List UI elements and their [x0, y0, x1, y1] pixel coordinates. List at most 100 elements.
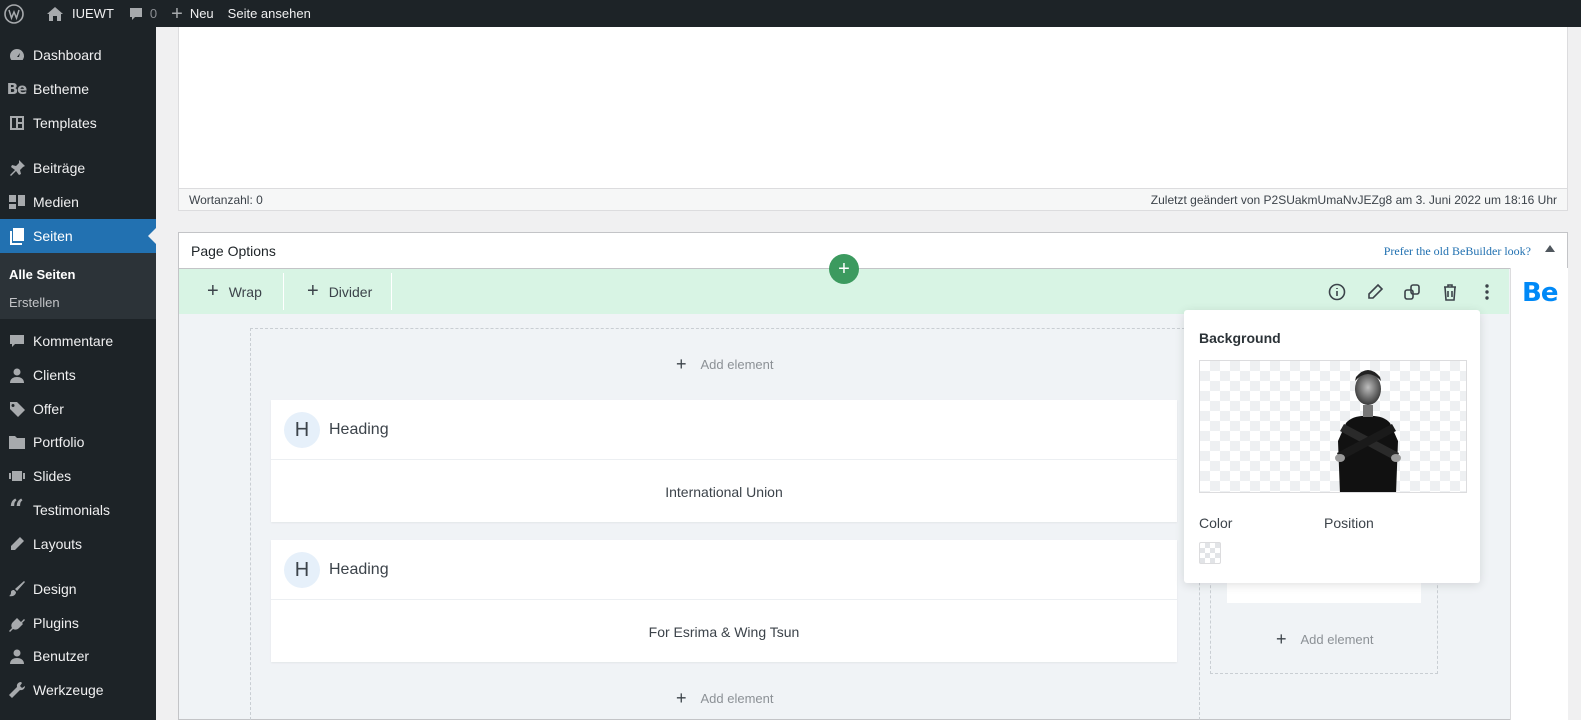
sidebar-item-label: Dashboard	[33, 47, 102, 63]
plus-icon: +	[207, 280, 219, 302]
slides-icon	[0, 470, 33, 482]
user-icon	[0, 367, 33, 383]
bebuilder-side-panel: Be	[1510, 268, 1568, 720]
home-icon	[46, 6, 64, 22]
content-editor[interactable]	[178, 27, 1568, 211]
new-content-link[interactable]: + Neu	[164, 0, 221, 27]
old-builder-link[interactable]: Prefer the old BeBuilder look?	[1384, 244, 1531, 259]
link-icon	[1403, 283, 1421, 301]
sidebar-item-offer[interactable]: Offer	[0, 392, 156, 426]
sidebar-item-plugins[interactable]: Plugins	[0, 606, 156, 640]
sidebar-item-layouts[interactable]: Layouts	[0, 527, 156, 561]
add-section-button[interactable]: +	[829, 254, 859, 284]
add-wrap-button[interactable]: + Wrap	[207, 269, 262, 314]
toolbar-divider	[283, 273, 284, 310]
plus-icon: +	[171, 2, 183, 25]
add-element-button[interactable]: + Add element	[1276, 629, 1374, 650]
sidebar-item-label: Portfolio	[33, 434, 85, 450]
sidebar-item-label: Medien	[33, 194, 79, 210]
element-name: Heading	[329, 421, 389, 438]
add-element-button[interactable]: + Add element	[676, 688, 774, 709]
editor-status-bar: Wortanzahl: 0 Zuletzt geändert von P2SUa…	[178, 188, 1568, 211]
folder-icon	[0, 434, 33, 450]
heading-element[interactable]: H Heading International Union	[271, 400, 1177, 522]
edit-button[interactable]	[1357, 273, 1393, 310]
plugin-icon	[0, 614, 33, 632]
view-page-link[interactable]: Seite ansehen	[221, 0, 318, 27]
background-image-preview[interactable]	[1199, 360, 1467, 493]
sidebar-item-dashboard[interactable]: Dashboard	[0, 38, 156, 72]
info-button[interactable]	[1319, 273, 1355, 310]
person-image	[1335, 370, 1401, 492]
sidebar-item-comments[interactable]: Kommentare	[0, 324, 156, 358]
brush-icon	[0, 580, 33, 598]
word-count: Wortanzahl: 0	[189, 192, 263, 207]
more-options-button[interactable]	[1469, 273, 1505, 310]
element-content: International Union	[665, 484, 783, 500]
sidebar-item-label: Werkzeuge	[33, 682, 104, 698]
add-divider-button[interactable]: + Divider	[307, 269, 372, 314]
page-options-title: Page Options	[191, 243, 276, 259]
background-popup: Background Color Position	[1184, 310, 1480, 583]
sidebar-item-users[interactable]: Benutzer	[0, 639, 156, 673]
admin-bar: IUEWT 0 + Neu Seite ansehen	[0, 0, 1581, 27]
last-modified: Zuletzt geändert von P2SUakmUmaNvJEZg8 a…	[1150, 192, 1557, 207]
pencil-icon	[0, 536, 33, 552]
info-icon	[1328, 283, 1346, 301]
sidebar-item-pages[interactable]: Seiten	[0, 219, 156, 253]
heading-element[interactable]: H Heading For Esrima & Wing Tsun	[271, 540, 1177, 662]
new-label: Neu	[189, 6, 214, 21]
quote-icon: “	[9, 495, 24, 525]
comment-icon	[0, 333, 33, 349]
add-element-label: Add element	[1300, 632, 1374, 647]
collapse-arrow-icon[interactable]	[1545, 245, 1555, 252]
sidebar-item-templates[interactable]: Templates	[0, 106, 156, 140]
user-icon	[0, 648, 33, 664]
delete-button[interactable]	[1432, 273, 1468, 310]
submenu-all-pages[interactable]: Alle Seiten	[9, 267, 75, 282]
wrap-label: Wrap	[228, 283, 262, 300]
wrench-icon	[0, 681, 33, 699]
sidebar-item-posts[interactable]: Beiträge	[0, 151, 156, 185]
plus-icon: +	[676, 688, 687, 708]
element-header: H Heading	[271, 540, 1177, 600]
sidebar-item-betheme[interactable]: Be Betheme	[0, 72, 156, 106]
tag-icon	[0, 400, 33, 418]
sidebar-item-label: Layouts	[33, 536, 83, 552]
plus-icon: +	[1276, 629, 1287, 649]
wordpress-logo-icon[interactable]	[0, 0, 31, 27]
submenu-create[interactable]: Erstellen	[9, 295, 60, 310]
pencil-icon	[1366, 283, 1384, 301]
bebuilder-logo[interactable]: Be	[1522, 278, 1558, 308]
admin-sidebar: Dashboard Be Betheme Templates Beiträge …	[0, 27, 156, 720]
comments-link[interactable]: 0	[121, 0, 164, 27]
site-name-link[interactable]: IUEWT	[39, 0, 121, 27]
add-element-label: Add element	[700, 357, 774, 372]
comment-icon	[128, 6, 144, 22]
page-options-header[interactable]: Page Options Prefer the old BeBuilder lo…	[179, 233, 1567, 269]
popup-title: Background	[1199, 330, 1281, 346]
duplicate-button[interactable]	[1394, 273, 1430, 310]
divider-label: Divider	[328, 283, 373, 300]
sidebar-item-tools[interactable]: Werkzeuge	[0, 673, 156, 707]
trash-icon	[1442, 283, 1458, 301]
sidebar-item-portfolio[interactable]: Portfolio	[0, 425, 156, 459]
add-element-button[interactable]: + Add element	[676, 354, 774, 375]
element-name: Heading	[329, 561, 389, 578]
more-vertical-icon	[1484, 283, 1490, 301]
dashboard-icon	[0, 46, 33, 64]
templates-icon	[0, 115, 33, 131]
sidebar-item-slides[interactable]: Slides	[0, 459, 156, 493]
element-header: H Heading	[271, 400, 1177, 460]
color-picker[interactable]	[1199, 542, 1221, 564]
sidebar-item-testimonials[interactable]: “ Testimonials	[0, 493, 156, 527]
color-label: Color	[1199, 515, 1233, 531]
plus-icon: +	[838, 258, 850, 280]
sidebar-item-media[interactable]: Medien	[0, 185, 156, 219]
sidebar-item-clients[interactable]: Clients	[0, 358, 156, 392]
sidebar-item-label: Design	[33, 581, 77, 597]
plus-icon: +	[676, 354, 687, 374]
heading-icon: H	[284, 412, 320, 448]
sidebar-item-design[interactable]: Design	[0, 572, 156, 606]
sidebar-item-label: Templates	[33, 115, 97, 131]
